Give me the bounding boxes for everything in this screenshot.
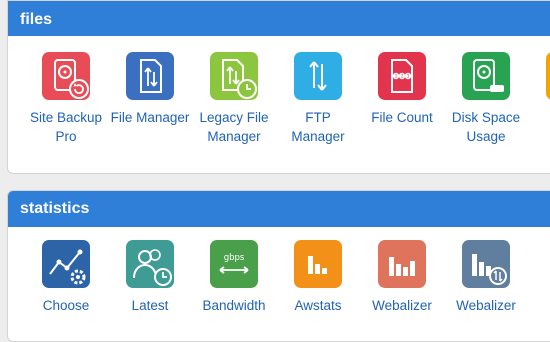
backup-disk-icon: [42, 52, 90, 100]
choose-stats-label: Choose: [42, 298, 90, 313]
partial-item-edge: [546, 276, 550, 324]
ftp-icon: [294, 52, 342, 100]
bandwidth-label: Bandwidth: [202, 298, 266, 313]
disk-space-icon: [462, 52, 510, 100]
webalizer-label: Webalizer: [372, 298, 432, 313]
svg-text:2: 2: [401, 74, 404, 79]
file-manager-icon: [126, 52, 174, 100]
file-count-label: File Count: [371, 110, 433, 125]
awstats-label: Awstats: [294, 298, 342, 313]
bandwidth-unit-text: gbps: [224, 253, 245, 263]
svg-text:1: 1: [395, 74, 398, 79]
latest-visitors-link[interactable]: Latest: [109, 240, 191, 315]
file-manager-label: File Manager: [110, 110, 190, 125]
legacy-file-manager-link[interactable]: Legacy File Manager: [193, 52, 275, 146]
partial-item-link[interactable]: W: [529, 52, 550, 127]
site-backup-pro-label: Site Backup Pro: [29, 110, 103, 144]
ftp-manager-link[interactable]: FTP Manager: [277, 52, 359, 146]
disk-space-usage-link[interactable]: Disk Space Usage: [445, 52, 527, 146]
webalizer-ftp-label: Webalizer: [456, 298, 516, 313]
latest-visitors-label: Latest: [131, 298, 169, 313]
ftp-manager-label: FTP Manager: [291, 110, 345, 144]
webalizer-link[interactable]: Webalizer: [361, 240, 443, 315]
partial-icon: [546, 52, 550, 100]
site-backup-pro-link[interactable]: Site Backup Pro: [25, 52, 107, 146]
files-section-title: files: [8, 1, 550, 36]
awstats-link[interactable]: Awstats: [277, 240, 359, 315]
bandwidth-link[interactable]: gbps Bandwidth: [193, 240, 275, 315]
awstats-icon: [294, 240, 342, 288]
partial-item-label: W: [529, 108, 550, 127]
file-manager-link[interactable]: File Manager: [109, 52, 191, 127]
webalizer-ftp-link[interactable]: Webalizer: [445, 240, 527, 315]
latest-visitors-icon: [126, 240, 174, 288]
svg-text:3: 3: [407, 74, 410, 79]
statistics-panel: statistics Choose Latest gbps Bandwidth …: [7, 190, 550, 342]
choose-stats-icon: [42, 240, 90, 288]
files-panel: files Site Backup Pro File Manager Legac…: [7, 0, 550, 174]
legacy-file-manager-icon: [210, 52, 258, 100]
statistics-section-title: statistics: [8, 191, 550, 227]
disk-space-usage-label: Disk Space Usage: [451, 110, 521, 144]
file-count-icon: 1 2 3: [378, 52, 426, 100]
file-count-link[interactable]: 1 2 3 File Count: [361, 52, 443, 127]
webalizer-ftp-icon: [462, 240, 510, 288]
legacy-file-manager-label: Legacy File Manager: [199, 110, 269, 144]
bandwidth-icon: gbps: [210, 240, 258, 288]
webalizer-icon: [378, 240, 426, 288]
choose-stats-link[interactable]: Choose: [25, 240, 107, 315]
